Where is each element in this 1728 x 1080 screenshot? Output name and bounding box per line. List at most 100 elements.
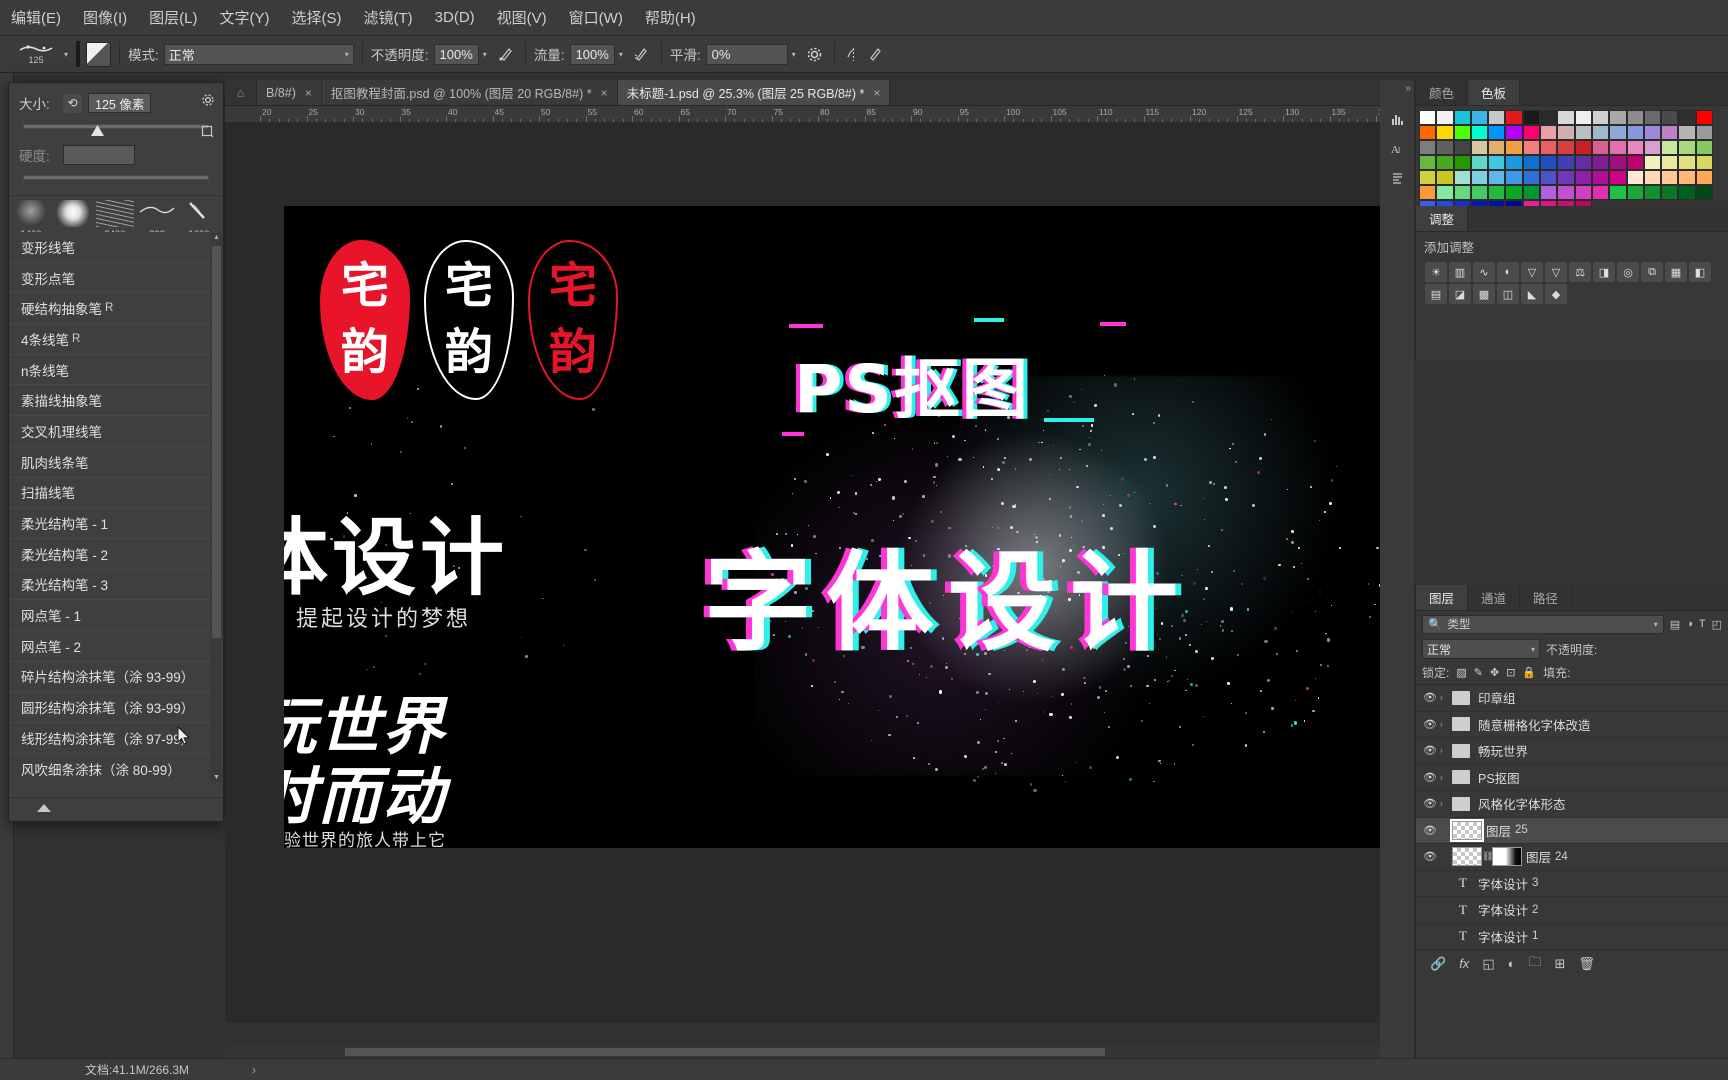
artboard[interactable]: 宅 韵 宅 韵 宅 韵 体设计 提起设计的梦想 玩世界 时而动 验世界的旅人带上…: [284, 206, 1380, 848]
color-swatch[interactable]: [1695, 155, 1714, 170]
eye-icon[interactable]: 👁: [1420, 850, 1440, 863]
invert-icon[interactable]: ◧: [1689, 262, 1711, 282]
text-filter-icon[interactable]: T: [1699, 618, 1706, 630]
menu-item-filter[interactable]: 滤镜(T): [353, 3, 424, 32]
close-icon[interactable]: ×: [601, 86, 608, 100]
eye-icon[interactable]: 👁: [1420, 797, 1440, 810]
layer-row[interactable]: 👁 › 印章组: [1416, 685, 1728, 712]
color-swatch[interactable]: [1505, 125, 1523, 140]
color-swatch[interactable]: [1609, 140, 1627, 155]
opacity-input[interactable]: 100%: [433, 43, 479, 65]
mask-icon[interactable]: ◱: [1482, 956, 1494, 972]
color-swatch[interactable]: [1419, 125, 1437, 140]
color-swatch[interactable]: [1695, 140, 1714, 155]
gear-icon[interactable]: [201, 93, 215, 110]
color-swatch[interactable]: [1436, 110, 1454, 125]
color-swatch[interactable]: [1678, 125, 1696, 140]
color-swatch[interactable]: [1574, 140, 1592, 155]
color-swatch[interactable]: [1419, 170, 1437, 185]
color-swatch[interactable]: [1574, 170, 1592, 185]
color-swatch[interactable]: [1643, 155, 1662, 170]
color-swatch[interactable]: [1678, 155, 1696, 170]
color-swatch[interactable]: [1678, 110, 1696, 125]
color-swatch[interactable]: [1488, 185, 1506, 200]
flow-chevron-icon[interactable]: ▾: [619, 50, 623, 59]
tab-paths[interactable]: 路径: [1520, 585, 1573, 610]
color-swatch[interactable]: [1557, 155, 1575, 170]
histogram-icon[interactable]: [1380, 104, 1415, 134]
layer-row[interactable]: T 字体设计 1: [1416, 924, 1728, 950]
color-swatch[interactable]: [1505, 110, 1523, 125]
color-swatch[interactable]: [1522, 170, 1541, 185]
color-swatch[interactable]: [1591, 140, 1610, 155]
color-swatch[interactable]: [1522, 155, 1541, 170]
adjustment-icon[interactable]: ◐: [1508, 956, 1516, 971]
chevron-right-icon[interactable]: ›: [1440, 773, 1452, 782]
opacity-pressure-icon[interactable]: [495, 43, 517, 65]
color-swatch[interactable]: [1436, 185, 1454, 200]
flow-input[interactable]: 100%: [569, 43, 615, 65]
text-layer-icon[interactable]: T: [1452, 902, 1474, 918]
airbrush-icon[interactable]: [631, 43, 653, 65]
color-swatch[interactable]: [1643, 125, 1662, 140]
text-layer-icon[interactable]: T: [1452, 928, 1474, 944]
color-swatch[interactable]: [1436, 170, 1454, 185]
text-layer-icon[interactable]: T: [1452, 875, 1474, 891]
color-swatch[interactable]: [1661, 170, 1679, 185]
shape-filter-icon[interactable]: ◰: [1712, 618, 1722, 631]
layer-filter-dropdown[interactable]: 🔍 类型 ▾: [1422, 614, 1664, 634]
character-panel-icon[interactable]: Al: [1380, 134, 1415, 164]
blend-mode-dropdown[interactable]: 正常 ▾: [163, 43, 354, 65]
smoothing-chevron-icon[interactable]: ▾: [792, 50, 796, 59]
color-swatch[interactable]: [1557, 140, 1575, 155]
color-swatch[interactable]: [1470, 140, 1489, 155]
brush-preset-item[interactable]: 素描线抽象笔: [10, 385, 211, 417]
brush-size-slider[interactable]: [23, 119, 209, 136]
brush-panel-toggle-icon[interactable]: [86, 41, 112, 67]
color-swatch[interactable]: [1453, 155, 1471, 170]
color-swatch[interactable]: [1695, 110, 1714, 125]
menu-item-edit[interactable]: 编辑(E): [0, 3, 72, 32]
color-swatch[interactable]: [1557, 110, 1575, 125]
color-swatch[interactable]: [1436, 125, 1454, 140]
photo-filter-icon[interactable]: ◎: [1617, 262, 1639, 282]
brush-preset-item[interactable]: 扫描线笔: [10, 478, 211, 509]
brush-preset-item[interactable]: 网点笔 - 2: [10, 631, 211, 662]
artboard-lock-icon[interactable]: ⊡: [1506, 666, 1515, 679]
color-swatch[interactable]: [1453, 170, 1471, 185]
collapse-panels-icon[interactable]: »: [1405, 83, 1411, 94]
home-icon[interactable]: ⌂: [225, 80, 257, 105]
color-swatch[interactable]: [1522, 185, 1541, 200]
selective-color-icon[interactable]: ◫: [1497, 284, 1519, 304]
scrollbar-thumb[interactable]: [212, 246, 221, 638]
color-swatch[interactable]: [1522, 125, 1541, 140]
group-icon[interactable]: 🗀: [1528, 953, 1541, 975]
color-swatch[interactable]: [1678, 140, 1696, 155]
delete-icon[interactable]: 🗑: [1578, 956, 1595, 972]
color-swatch[interactable]: [1505, 185, 1523, 200]
brush-preset-list[interactable]: 变形线笔 变形点笔 硬结构抽象笔 R 4条线笔 R n条线笔 素描线抽象笔 交叉机理…: [10, 232, 211, 783]
color-swatch[interactable]: [1470, 110, 1489, 125]
scroll-up-icon[interactable]: ▲: [213, 234, 220, 241]
color-swatch[interactable]: [1574, 110, 1592, 125]
layer-list[interactable]: 👁 › 印章组 👁 › 随意栅格化字体改造 👁 › 畅玩世界 👁 › PS抠图 👁 › 风格化字体形态 👁 图层…: [1416, 684, 1728, 950]
layer-thumbnail[interactable]: [1452, 847, 1482, 867]
color-balance-icon[interactable]: ⚖: [1569, 262, 1591, 282]
brush-preset-item[interactable]: 变形线笔: [10, 232, 211, 263]
color-swatch[interactable]: [1609, 125, 1627, 140]
layer-blend-mode-dropdown[interactable]: 正常 ▾: [1422, 639, 1540, 659]
brush-lock-icon[interactable]: ✎: [1474, 666, 1483, 679]
adjust-filter-icon[interactable]: ◑: [1686, 618, 1693, 630]
brush-preset-item[interactable]: 柔光结构笔 - 3: [10, 570, 211, 601]
color-swatch[interactable]: [1488, 155, 1506, 170]
color-swatch[interactable]: [1419, 185, 1437, 200]
channel-mixer-icon[interactable]: ⧉: [1641, 262, 1663, 282]
color-swatch[interactable]: [1591, 125, 1610, 140]
color-swatch[interactable]: [1540, 110, 1558, 125]
opacity-chevron-icon[interactable]: ▾: [483, 50, 487, 59]
brush-preset-item[interactable]: 风吹细条涂抹（涂 80-99）: [10, 754, 211, 783]
move-lock-icon[interactable]: ✥: [1490, 666, 1499, 679]
color-swatch[interactable]: [1540, 125, 1558, 140]
menu-item-type[interactable]: 文字(Y): [209, 3, 281, 32]
eye-icon[interactable]: 👁: [1420, 691, 1440, 704]
